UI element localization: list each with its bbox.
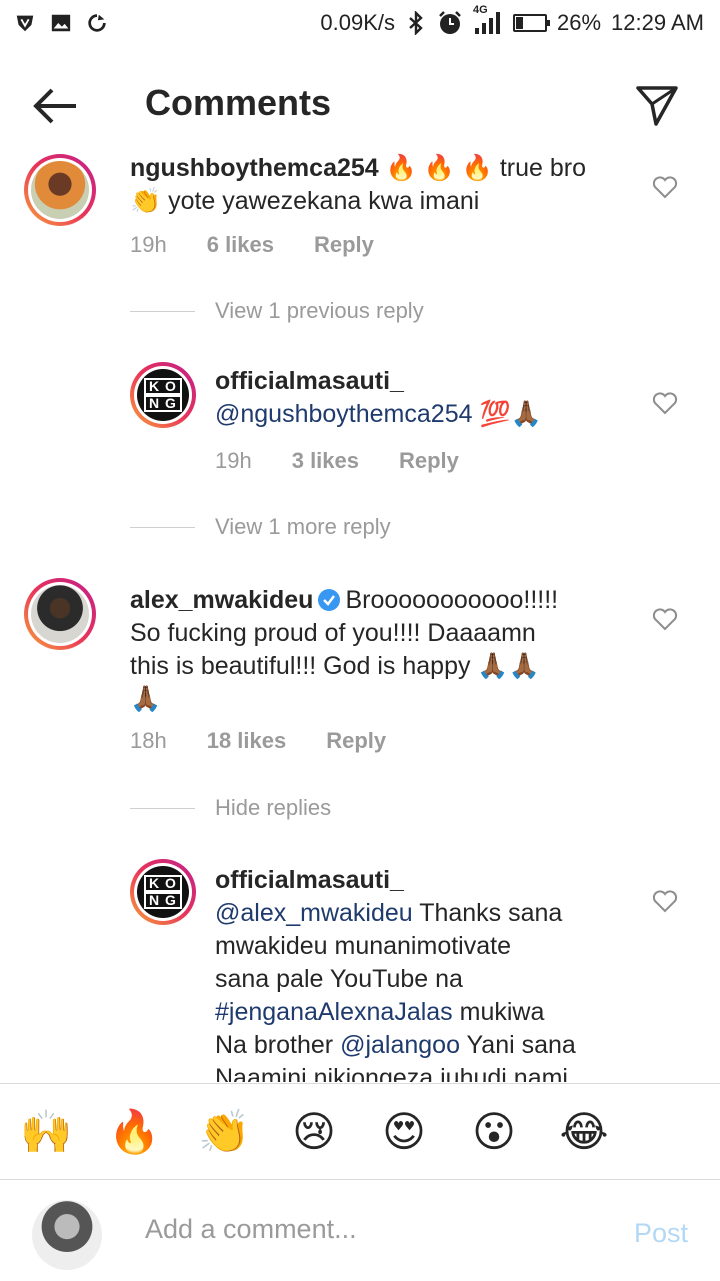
mention-link[interactable]: @alex_mwakideu bbox=[215, 899, 413, 927]
hashtag-link[interactable]: #jenganaAlexnaJalas bbox=[215, 998, 453, 1026]
heart-icon[interactable] bbox=[652, 888, 678, 914]
network-type: 4G bbox=[473, 4, 488, 16]
laughing-emoji-button[interactable]: 😂 bbox=[558, 1106, 610, 1158]
reply-button[interactable]: Reply bbox=[399, 448, 459, 474]
comment-time: 19h bbox=[215, 448, 252, 473]
signal-icon: 4G bbox=[473, 4, 503, 36]
status-left-icons bbox=[14, 12, 108, 34]
battery-level: 26% bbox=[557, 10, 602, 35]
hide-replies-button[interactable]: Hide replies bbox=[130, 795, 331, 821]
mention-link[interactable]: @jalangoo bbox=[340, 1031, 460, 1059]
status-right: 0.09K/s 4G 26% 12:29 AM bbox=[320, 4, 704, 36]
comment-username[interactable]: ngushboythemca254 bbox=[130, 154, 379, 182]
divider bbox=[130, 310, 195, 312]
comment-input[interactable]: Add a comment... bbox=[145, 1214, 357, 1245]
emoji-quick-bar: 🙌 🔥 👏 😢 😍 😮 😂 bbox=[0, 1083, 720, 1179]
fire-emoji-button[interactable]: 🔥 bbox=[108, 1106, 160, 1158]
view-replies-button[interactable]: View 1 previous reply bbox=[130, 298, 424, 324]
post-button[interactable]: Post bbox=[634, 1218, 688, 1249]
send-icon[interactable] bbox=[634, 82, 680, 128]
comment-list[interactable]: ngushboythemca254 🔥 🔥 🔥 true bro 👏 yote … bbox=[0, 152, 720, 1082]
header: Comments bbox=[0, 56, 720, 152]
comment-username[interactable]: officialmasauti_ bbox=[215, 864, 576, 897]
heart-icon[interactable] bbox=[652, 174, 678, 200]
comment-text: ngushboythemca254 🔥 🔥 🔥 true bro 👏 yote … bbox=[130, 154, 587, 215]
clapping-emoji-button[interactable]: 👏 bbox=[198, 1106, 250, 1158]
verified-badge-icon bbox=[318, 589, 341, 611]
divider bbox=[130, 526, 195, 528]
mention-link[interactable]: @ngushboythemca254 bbox=[215, 400, 473, 428]
heart-eyes-emoji-button[interactable]: 😍 bbox=[378, 1106, 430, 1158]
likes-count[interactable]: 18 likes bbox=[207, 728, 287, 754]
comment-meta: 19h 3 likes Reply bbox=[215, 448, 459, 474]
comment-username[interactable]: officialmasauti_ bbox=[215, 365, 542, 398]
crying-emoji-button[interactable]: 😢 bbox=[288, 1106, 340, 1158]
back-arrow-icon[interactable] bbox=[30, 86, 80, 126]
avatar[interactable]: K ON G bbox=[130, 362, 196, 428]
likes-count[interactable]: 6 likes bbox=[207, 232, 274, 258]
reply-button[interactable]: Reply bbox=[314, 232, 374, 258]
comment-text: officialmasauti_ @alex_mwakideu Thanks s… bbox=[215, 864, 576, 1082]
comment-time: 19h bbox=[130, 232, 167, 257]
raising-hands-emoji-button[interactable]: 🙌 bbox=[20, 1106, 72, 1158]
comment-time: 18h bbox=[130, 728, 167, 753]
comment-text: alex_mwakideu Brooooooooooo!!!!! So fucki… bbox=[130, 586, 559, 713]
avatar[interactable]: K ON G bbox=[130, 859, 196, 925]
heart-icon[interactable] bbox=[652, 606, 678, 632]
heart-icon[interactable] bbox=[652, 390, 678, 416]
comment-meta: 18h 18 likes Reply bbox=[130, 728, 386, 754]
comment-meta: 19h 6 likes Reply bbox=[130, 232, 374, 258]
image-icon bbox=[51, 14, 71, 32]
shield-icon bbox=[16, 15, 34, 32]
avatar[interactable] bbox=[24, 578, 96, 650]
network-speed: 0.09K/s bbox=[320, 10, 395, 35]
battery-icon bbox=[513, 14, 550, 32]
reply-button[interactable]: Reply bbox=[326, 728, 386, 754]
clock: 12:29 AM bbox=[611, 10, 704, 35]
status-bar: 0.09K/s 4G 26% 12:29 AM bbox=[0, 0, 720, 52]
avatar[interactable] bbox=[24, 154, 96, 226]
page-title: Comments bbox=[145, 82, 332, 123]
comment-composer: Add a comment... Post bbox=[0, 1179, 720, 1281]
alarm-icon bbox=[439, 11, 461, 34]
likes-count[interactable]: 3 likes bbox=[292, 448, 359, 474]
comment-text: officialmasauti_ @ngushboythemca254 💯🙏🏾 bbox=[215, 365, 542, 428]
comment-username[interactable]: alex_mwakideu bbox=[130, 586, 313, 614]
user-avatar bbox=[32, 1200, 102, 1270]
view-replies-button[interactable]: View 1 more reply bbox=[130, 514, 391, 540]
bluetooth-icon bbox=[409, 11, 423, 35]
divider bbox=[130, 807, 195, 809]
surprised-emoji-button[interactable]: 😮 bbox=[468, 1106, 520, 1158]
sync-icon bbox=[88, 13, 107, 32]
